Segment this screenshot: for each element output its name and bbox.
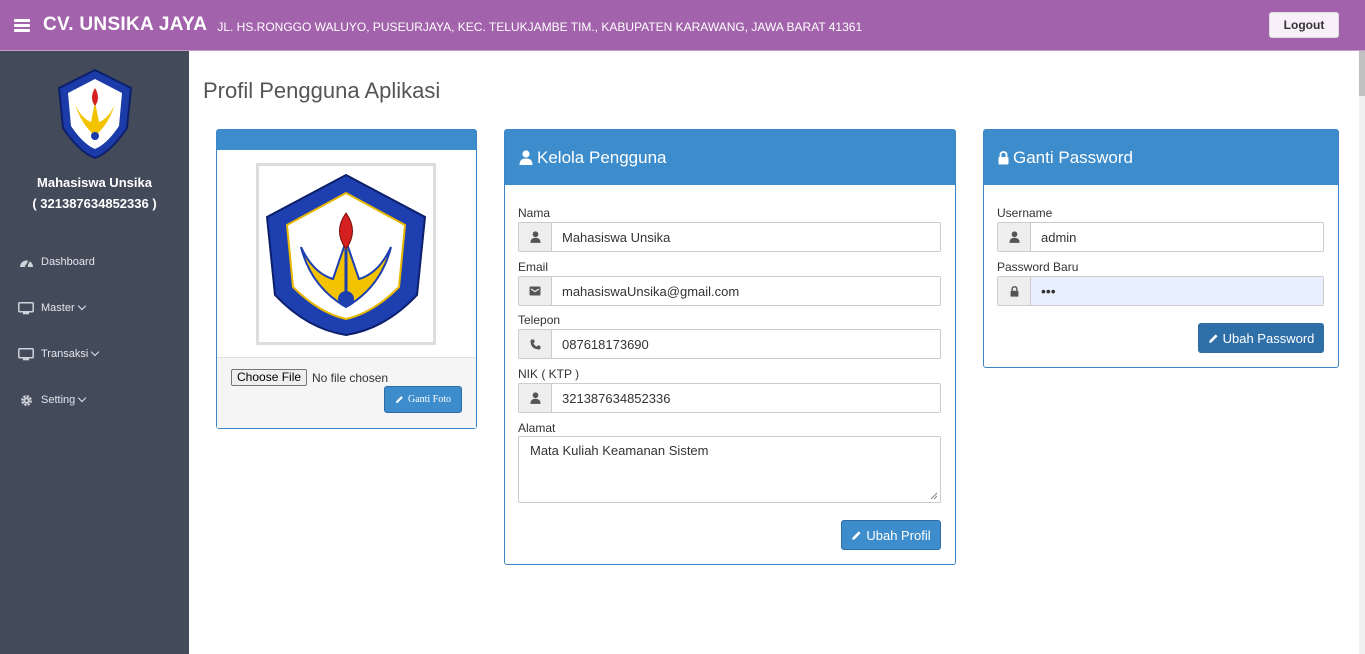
ubah-profil-label: Ubah Profil xyxy=(866,527,931,543)
resize-handle-icon[interactable] xyxy=(930,492,938,500)
nik-input[interactable]: 321387634852336 xyxy=(552,384,940,412)
alamat-textarea[interactable]: Mata Kuliah Keamanan Sistem xyxy=(518,436,941,503)
sidebar-item-master[interactable]: Master xyxy=(0,285,189,331)
nama-label: Nama xyxy=(518,206,551,220)
sidebar-user-name: Mahasiswa Unsika xyxy=(37,175,152,190)
hamburger-icon[interactable] xyxy=(14,18,30,32)
sidebar-item-transaksi[interactable]: Transaksi xyxy=(0,331,189,377)
chevron-down-icon xyxy=(91,347,100,357)
phone-icon xyxy=(519,330,552,358)
password-input-group: ••• xyxy=(997,276,1324,306)
monitor-icon xyxy=(18,301,34,315)
ganti-foto-button[interactable]: Ganti Foto xyxy=(384,386,462,413)
page-title: Profil Pengguna Aplikasi xyxy=(203,78,441,103)
password-label: Password Baru xyxy=(997,260,1079,274)
company-address: JL. HS.RONGGO WALUYO, PUSEURJAYA, KEC. T… xyxy=(217,19,863,34)
password-input[interactable]: ••• xyxy=(1031,277,1323,305)
email-input-group: mahasiswaUnsika@gmail.com xyxy=(518,276,941,306)
ubah-profil-button[interactable]: Ubah Profil xyxy=(841,520,941,550)
sidebar-item-label: Master xyxy=(41,302,75,314)
sidebar-item-dashboard[interactable]: Dashboard xyxy=(0,239,189,285)
alamat-value: Mata Kuliah Keamanan Sistem xyxy=(530,443,709,458)
dashboard-icon xyxy=(18,255,34,269)
ubah-password-label: Ubah Password xyxy=(1222,330,1315,346)
ubah-password-button[interactable]: Ubah Password xyxy=(1198,323,1324,353)
sidebar-item-setting[interactable]: Setting xyxy=(0,377,189,423)
username-input-group: admin xyxy=(997,222,1324,252)
page-scrollbar[interactable] xyxy=(1359,51,1365,654)
kelola-panel-title: Kelola Pengguna xyxy=(537,147,667,167)
username-input[interactable]: admin xyxy=(1031,223,1323,251)
sidebar-user-info: Mahasiswa Unsika ( 321387634852336 ) xyxy=(0,172,189,214)
photo-upload-footer: Choose File No file chosen Ganti Foto xyxy=(217,357,476,428)
profile-photo xyxy=(256,163,436,345)
telepon-label: Telepon xyxy=(518,313,561,327)
sidebar-item-label: Transaksi xyxy=(41,348,89,360)
kelola-pengguna-panel: Kelola Pengguna Nama Mahasiswa Unsika Em… xyxy=(504,129,956,565)
pencil-icon xyxy=(395,395,404,404)
telepon-input[interactable]: 087618173690 xyxy=(552,330,940,358)
user-icon xyxy=(998,223,1031,251)
email-label: Email xyxy=(518,260,549,274)
nama-input-group: Mahasiswa Unsika xyxy=(518,222,941,252)
gear-icon xyxy=(18,393,34,407)
envelope-icon xyxy=(519,277,552,305)
password-panel-header: Ganti Password xyxy=(984,130,1338,185)
photo-panel: Choose File No file chosen Ganti Foto xyxy=(216,129,477,429)
choose-file-button[interactable]: Choose File xyxy=(231,369,308,386)
user-icon xyxy=(519,150,533,165)
alamat-label: Alamat xyxy=(518,421,556,435)
telepon-input-group: 087618173690 xyxy=(518,329,941,359)
sidebar-item-label: Setting xyxy=(41,394,76,406)
pencil-icon xyxy=(851,530,862,541)
ganti-password-panel: Ganti Password Username admin Password B… xyxy=(983,129,1339,368)
chevron-down-icon xyxy=(78,393,87,403)
sidebar-user-id: ( 321387634852336 ) xyxy=(32,196,157,211)
nik-input-group: 321387634852336 xyxy=(518,383,941,413)
top-navbar: CV. UNSIKA JAYA JL. HS.RONGGO WALUYO, PU… xyxy=(0,0,1365,51)
kelola-panel-header: Kelola Pengguna xyxy=(505,130,955,185)
university-logo xyxy=(51,66,139,162)
ganti-foto-label: Ganti Foto xyxy=(407,394,452,405)
nama-input[interactable]: Mahasiswa Unsika xyxy=(552,223,940,251)
user-icon xyxy=(519,384,552,412)
monitor-icon xyxy=(18,347,34,361)
email-input[interactable]: mahasiswaUnsika@gmail.com xyxy=(552,277,940,305)
user-icon xyxy=(519,223,552,251)
photo-panel-header xyxy=(217,130,476,150)
lock-icon xyxy=(998,277,1031,305)
username-label: Username xyxy=(997,206,1053,220)
no-file-text: No file chosen xyxy=(312,371,389,385)
password-panel-title: Ganti Password xyxy=(1013,147,1133,167)
chevron-down-icon xyxy=(77,301,86,311)
logout-button[interactable]: Logout xyxy=(1269,12,1339,38)
lock-icon xyxy=(998,150,1009,165)
sidebar: Mahasiswa Unsika ( 321387634852336 ) Das… xyxy=(0,51,189,654)
nik-label: NIK ( KTP ) xyxy=(518,367,580,381)
pencil-icon xyxy=(1208,333,1219,344)
sidebar-menu: Dashboard Master Transaksi Setting xyxy=(0,239,189,423)
brand-title: CV. UNSIKA JAYA xyxy=(43,14,208,35)
sidebar-item-label: Dashboard xyxy=(41,256,95,268)
